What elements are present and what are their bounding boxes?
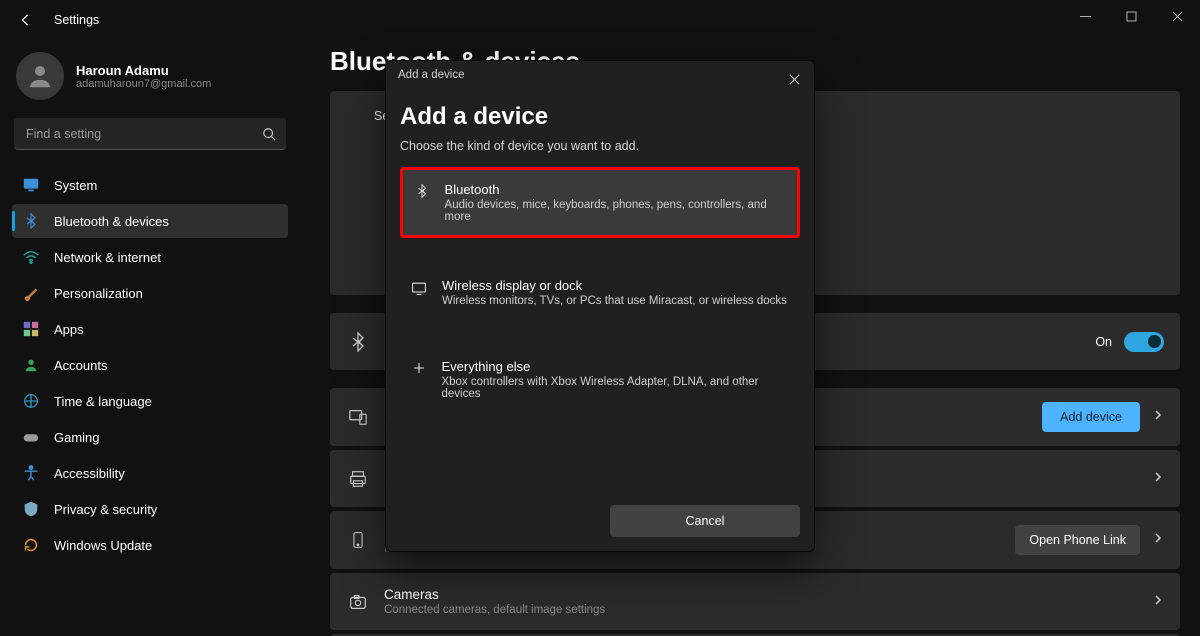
devices-icon — [346, 405, 370, 429]
nav-label: Personalization — [54, 286, 143, 301]
option-title: Bluetooth — [445, 182, 787, 197]
nav-system[interactable]: System — [12, 168, 288, 202]
toggle-label: On — [1095, 335, 1112, 349]
nav-time-language[interactable]: Time & language — [12, 384, 288, 418]
nav-label: Windows Update — [54, 538, 152, 553]
wifi-icon — [22, 248, 40, 266]
dialog-heading: Add a device — [400, 103, 800, 131]
phone-icon — [346, 528, 370, 552]
option-title: Everything else — [441, 359, 790, 374]
option-bluetooth[interactable]: Bluetooth Audio devices, mice, keyboards… — [400, 167, 800, 238]
nav-label: Bluetooth & devices — [54, 214, 169, 229]
user-green-icon — [22, 356, 40, 374]
back-button[interactable] — [10, 4, 42, 36]
gamepad-icon — [22, 428, 40, 446]
nav-windows-update[interactable]: Windows Update — [12, 528, 288, 562]
back-arrow-icon — [19, 13, 33, 27]
apps-icon — [22, 320, 40, 338]
shield-icon — [22, 500, 40, 518]
user-icon — [25, 61, 55, 91]
nav-label: Privacy & security — [54, 502, 157, 517]
option-wireless-display[interactable]: Wireless display or dock Wireless monito… — [400, 266, 800, 319]
nav-gaming[interactable]: Gaming — [12, 420, 288, 454]
profile-block[interactable]: Haroun Adamu adamuharoun7@gmail.com — [16, 52, 284, 100]
nav-accessibility[interactable]: Accessibility — [12, 456, 288, 490]
clock-globe-icon — [22, 392, 40, 410]
nav-label: Accessibility — [54, 466, 125, 481]
dialog-close-button[interactable] — [780, 65, 808, 93]
bluetooth-icon — [346, 330, 370, 354]
search-box[interactable] — [14, 118, 286, 150]
search-input[interactable] — [24, 126, 262, 142]
close-button[interactable] — [1154, 0, 1200, 32]
dialog-subtitle: Choose the kind of device you want to ad… — [400, 139, 800, 153]
avatar — [16, 52, 64, 100]
maximize-button[interactable] — [1108, 0, 1154, 32]
option-title: Wireless display or dock — [442, 278, 787, 293]
bluetooth-toggle[interactable] — [1124, 332, 1164, 352]
add-device-dialog: Add a device Add a device Choose the kin… — [385, 60, 815, 552]
minimize-button[interactable] — [1062, 0, 1108, 32]
nav-accounts[interactable]: Accounts — [12, 348, 288, 382]
card-cameras[interactable]: Cameras Connected cameras, default image… — [330, 573, 1180, 630]
nav-network[interactable]: Network & internet — [12, 240, 288, 274]
option-desc: Audio devices, mice, keyboards, phones, … — [445, 199, 787, 223]
close-icon — [789, 74, 800, 85]
option-desc: Xbox controllers with Xbox Wireless Adap… — [441, 376, 790, 400]
chevron-right-icon — [1152, 408, 1164, 426]
monitor-icon — [22, 176, 40, 194]
camera-icon — [346, 590, 370, 614]
nav-label: Network & internet — [54, 250, 161, 265]
search-icon — [262, 127, 276, 141]
nav-label: Gaming — [54, 430, 100, 445]
a11y-icon — [22, 464, 40, 482]
sidebar: Haroun Adamu adamuharoun7@gmail.com Syst… — [0, 40, 300, 636]
card-title: Cameras — [384, 587, 1138, 602]
chevron-right-icon — [1152, 470, 1164, 488]
nav-apps[interactable]: Apps — [12, 312, 288, 346]
plus-icon — [410, 361, 427, 375]
open-phone-link-button[interactable]: Open Phone Link — [1015, 525, 1140, 555]
bluetooth-icon-small — [22, 212, 40, 230]
nav-bluetooth-devices[interactable]: Bluetooth & devices — [12, 204, 288, 238]
window-controls — [1062, 0, 1200, 32]
printer-icon — [346, 467, 370, 491]
update-icon — [22, 536, 40, 554]
chevron-right-icon — [1152, 531, 1164, 549]
option-desc: Wireless monitors, TVs, or PCs that use … — [442, 295, 787, 307]
nav-label: Accounts — [54, 358, 107, 373]
nav-label: Time & language — [54, 394, 152, 409]
display-icon — [410, 280, 428, 296]
profile-email: adamuharoun7@gmail.com — [76, 78, 211, 90]
nav-label: System — [54, 178, 97, 193]
title-bar: Settings — [0, 0, 1200, 40]
chevron-right-icon — [1152, 593, 1164, 611]
cancel-button[interactable]: Cancel — [610, 505, 800, 537]
nav-personalization[interactable]: Personalization — [12, 276, 288, 310]
nav-list: System Bluetooth & devices Network & int… — [12, 168, 288, 562]
profile-name: Haroun Adamu — [76, 63, 211, 78]
nav-label: Apps — [54, 322, 84, 337]
card-subtitle: Connected cameras, default image setting… — [384, 604, 1138, 616]
option-everything-else[interactable]: Everything else Xbox controllers with Xb… — [400, 347, 800, 412]
add-device-button[interactable]: Add device — [1042, 402, 1140, 432]
nav-privacy-security[interactable]: Privacy & security — [12, 492, 288, 526]
app-title: Settings — [54, 13, 99, 27]
bluetooth-icon — [413, 184, 431, 198]
dialog-small-title: Add a device — [386, 61, 814, 89]
brush-icon — [22, 284, 40, 302]
